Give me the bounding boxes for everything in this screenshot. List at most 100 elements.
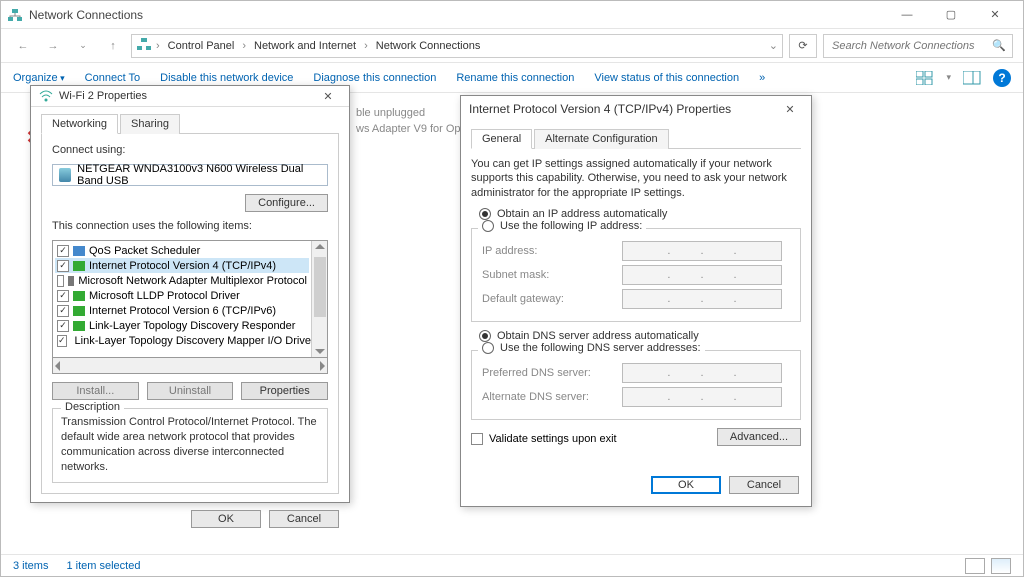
radio-use-following-dns[interactable]: Use the following DNS server addresses: [478,342,705,354]
cancel-button[interactable]: Cancel [729,476,799,494]
configure-button[interactable]: Configure... [245,194,328,212]
component-item[interactable]: Microsoft Network Adapter Multiplexor Pr… [55,273,309,288]
scrollbar-vertical[interactable] [311,241,327,357]
cmd-organize[interactable]: Organize [13,72,65,84]
view-dropdown-icon[interactable]: ▾ [946,72,951,83]
network-icon [7,7,23,23]
checkbox-icon[interactable]: ✓ [57,305,69,317]
tab-alternate-configuration[interactable]: Alternate Configuration [534,129,669,149]
validate-checkbox[interactable]: Validate settings upon exit [471,433,617,445]
tab-sharing[interactable]: Sharing [120,114,180,134]
radio-dot-icon [482,342,494,354]
properties-button[interactable]: Properties [241,382,328,400]
recent-dropdown[interactable]: ⌄ [71,34,95,58]
tabs: Networking Sharing [41,113,339,134]
crumb-network-connections[interactable]: Network Connections [372,38,485,54]
cmd-more[interactable]: » [759,72,765,84]
component-label: Microsoft Network Adapter Multiplexor Pr… [78,275,307,287]
dialog-close-button[interactable]: ✕ [777,99,803,119]
adapter-field[interactable]: NETGEAR WNDA3100v3 N600 Wireless Dual Ba… [52,164,328,186]
network-icon [136,36,152,55]
subnet-mask-input: ... [622,265,782,285]
radio-use-following-ip[interactable]: Use the following IP address: [478,220,646,232]
forward-button[interactable]: → [41,34,65,58]
radio-label: Use the following DNS server addresses: [500,342,701,354]
preferred-dns-label: Preferred DNS server: [482,367,612,379]
description-text: Transmission Control Protocol/Internet P… [61,415,319,474]
validate-label: Validate settings upon exit [489,433,617,445]
ipv4-properties-dialog: Internet Protocol Version 4 (TCP/IPv4) P… [460,95,812,507]
component-item[interactable]: ✓Microsoft LLDP Protocol Driver [55,288,309,303]
checkbox-icon[interactable]: ✓ [57,245,69,257]
titlebar: Network Connections — ▢ ✕ [1,1,1023,29]
adapter-name: NETGEAR WNDA3100v3 N600 Wireless Dual Ba… [77,163,321,187]
chevron-down-icon[interactable]: ⌄ [769,39,778,52]
back-button[interactable]: ← [11,34,35,58]
alternate-dns-label: Alternate DNS server: [482,391,612,403]
cancel-button[interactable]: Cancel [269,510,339,528]
component-item[interactable]: ✓Link-Layer Topology Discovery Mapper I/… [55,333,309,348]
checkbox-icon[interactable]: ✓ [57,320,69,332]
dialog-title: Internet Protocol Version 4 (TCP/IPv4) P… [469,102,777,116]
default-gateway-input: ... [622,289,782,309]
maximize-button[interactable]: ▢ [929,1,973,29]
protocol-icon [73,261,85,271]
description-group: Description Transmission Control Protoco… [52,408,328,483]
cmd-connect-to[interactable]: Connect To [85,72,140,84]
ok-button[interactable]: OK [651,476,721,494]
cmd-rename[interactable]: Rename this connection [456,72,574,84]
details-view-icon[interactable] [965,558,985,574]
advanced-button[interactable]: Advanced... [717,428,801,446]
dialog-close-button[interactable]: ✕ [315,86,341,106]
components-list[interactable]: ✓QoS Packet Scheduler✓Internet Protocol … [52,240,328,358]
component-item[interactable]: ✓Link-Layer Topology Discovery Responder [55,318,309,333]
chevron-right-icon[interactable]: › [364,40,368,52]
scrollbar-horizontal[interactable] [52,358,328,374]
protocol-icon [73,306,85,316]
crumb-control-panel[interactable]: Control Panel [164,38,239,54]
component-item[interactable]: ✓Internet Protocol Version 4 (TCP/IPv4) [55,258,309,273]
component-item[interactable]: ✓ QoS Packet Scheduler [55,243,309,258]
uninstall-button[interactable]: Uninstall [147,382,234,400]
radio-obtain-ip-auto[interactable]: Obtain an IP address automatically [479,208,801,220]
search-icon[interactable]: 🔍 [992,39,1006,52]
cmd-diagnose[interactable]: Diagnose this connection [313,72,436,84]
view-options-icon[interactable] [916,69,934,87]
search-box[interactable]: 🔍 [823,34,1013,58]
close-button[interactable]: ✕ [973,1,1017,29]
address-bar[interactable]: › Control Panel › Network and Internet ›… [131,34,783,58]
cmd-disable[interactable]: Disable this network device [160,72,293,84]
dialog-titlebar[interactable]: Internet Protocol Version 4 (TCP/IPv4) P… [461,96,811,122]
component-label: QoS Packet Scheduler [89,245,200,257]
tab-general[interactable]: General [471,129,532,149]
ok-button[interactable]: OK [191,510,261,528]
chevron-right-icon[interactable]: › [156,40,160,52]
install-button[interactable]: Install... [52,382,139,400]
radio-obtain-dns-auto[interactable]: Obtain DNS server address automatically [479,330,801,342]
checkbox-icon[interactable]: ✓ [57,335,67,347]
refresh-button[interactable]: ⟳ [789,34,817,58]
navbar: ← → ⌄ ↑ › Control Panel › Network and In… [1,29,1023,63]
scroll-right-icon[interactable] [320,361,325,371]
cmd-view-status[interactable]: View status of this connection [594,72,739,84]
minimize-button[interactable]: — [885,1,929,29]
checkbox-icon[interactable]: ✓ [57,260,69,272]
search-input[interactable] [830,39,992,53]
preview-pane-icon[interactable] [963,69,981,87]
up-button[interactable]: ↑ [101,34,125,58]
connect-using-label: Connect using: [52,144,328,156]
ip-address-input: ... [622,241,782,261]
checkbox-icon[interactable] [57,275,64,287]
checkbox-icon[interactable]: ✓ [57,290,69,302]
large-icons-view-icon[interactable] [991,558,1011,574]
help-icon[interactable]: ? [993,69,1011,87]
wifi-icon [39,89,53,103]
chevron-right-icon[interactable]: › [242,40,246,52]
scroll-left-icon[interactable] [55,361,60,371]
tabs: General Alternate Configuration [471,128,801,149]
radio-label: Obtain an IP address automatically [497,208,667,220]
crumb-network-internet[interactable]: Network and Internet [250,38,360,54]
component-item[interactable]: ✓Internet Protocol Version 6 (TCP/IPv6) [55,303,309,318]
dialog-titlebar[interactable]: Wi-Fi 2 Properties ✕ [31,86,349,107]
tab-networking[interactable]: Networking [41,114,118,134]
